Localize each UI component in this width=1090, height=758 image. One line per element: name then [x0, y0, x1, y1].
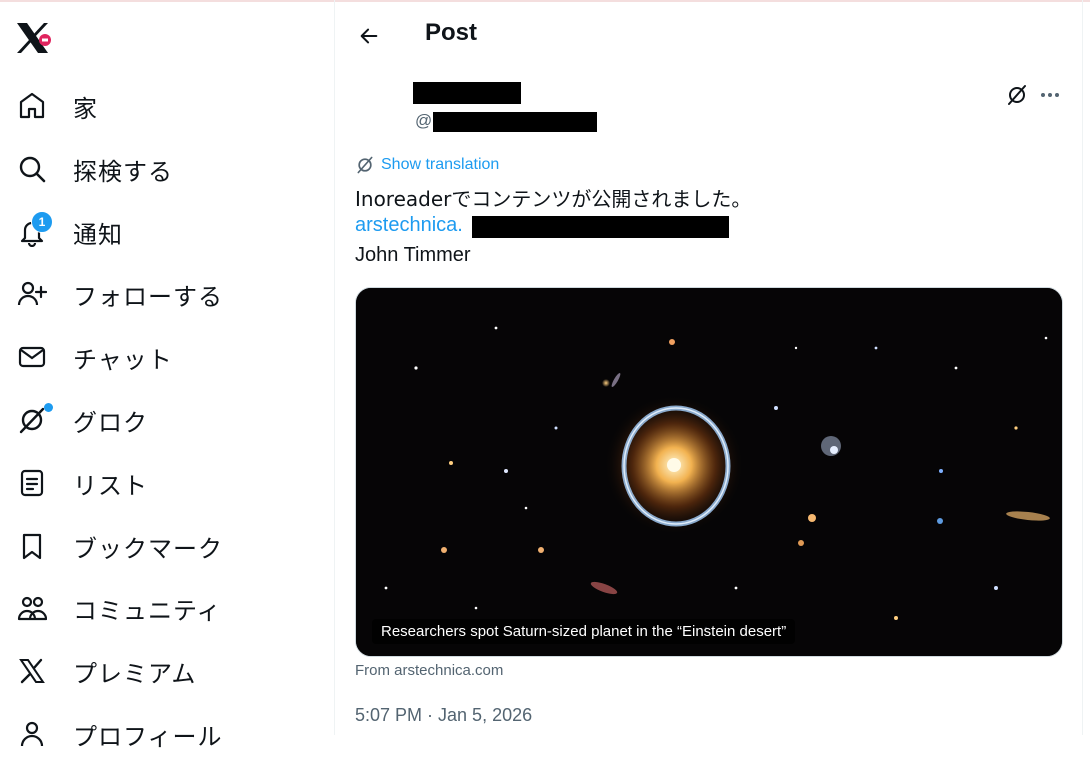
link-card[interactable]: Researchers spot Saturn-sized planet in …: [355, 287, 1063, 657]
bell-icon: 1: [12, 211, 53, 252]
sidebar-item-label: チャット: [73, 345, 173, 374]
notification-count-badge: 1: [31, 211, 53, 233]
card-source[interactable]: From arstechnica.com: [355, 662, 503, 679]
grok-translate-icon: [357, 156, 373, 174]
more-options-button[interactable]: [1035, 80, 1065, 110]
sidebar: 家探検する 1 通知フォローする チャットグロクリストブックマーク コミュニティ プレミア…: [0, 0, 334, 751]
sidebar-item-label: 探検する: [73, 157, 173, 186]
post-author-line: John Timmer: [355, 244, 471, 266]
x-icon: [12, 651, 52, 691]
sidebar-item-label: 家: [73, 94, 98, 123]
grok-icon: [12, 400, 53, 440]
sidebar-item-notifications[interactable]: 1 通知: [12, 208, 123, 256]
sidebar-item-communities[interactable]: コミュニティ: [12, 584, 222, 632]
sidebar-item-grok[interactable]: グロク: [12, 396, 148, 444]
show-translation-link[interactable]: Show translation: [355, 155, 499, 175]
main-column: Post @ Show translation Inoreaderでコンテンツが…: [335, 0, 1082, 735]
bookmark-icon: [12, 526, 52, 566]
card-image: [356, 288, 1062, 656]
grok-explain-button[interactable]: [1002, 80, 1032, 110]
person-icon: [12, 714, 52, 754]
sidebar-item-label: グロク: [73, 408, 148, 437]
sidebar-item-follow[interactable]: フォローする: [12, 270, 223, 318]
card-caption: Researchers spot Saturn-sized planet in …: [372, 619, 796, 644]
sidebar-item-label: ブックマーク: [73, 534, 223, 563]
sidebar-item-premium[interactable]: プレミアム: [12, 647, 196, 695]
sidebar-item-label: 通知: [73, 220, 123, 249]
redacted-display-name: [413, 82, 521, 104]
sidebar-item-bookmarks[interactable]: ブックマーク: [12, 522, 223, 570]
search-icon: [12, 149, 52, 189]
sidebar-item-explore[interactable]: 探検する: [12, 145, 173, 193]
redacted-link-path: [472, 216, 729, 238]
sidebar-item-label: コミュニティ: [73, 596, 222, 625]
post-timestamp[interactable]: 5:07 PM · Jan 5, 2026: [355, 705, 532, 726]
handle-prefix: @: [415, 111, 433, 130]
sidebar-item-home[interactable]: 家: [12, 82, 98, 130]
main-divider: [1082, 0, 1083, 735]
sidebar-item-profile[interactable]: プロフィール: [12, 710, 223, 758]
unread-dot: [44, 403, 53, 412]
grok-icon: [1008, 85, 1026, 105]
show-translation-label: Show translation: [381, 156, 500, 173]
post-link[interactable]: arstechnica.: [355, 214, 463, 237]
sidebar-item-label: プレミアム: [73, 659, 197, 688]
mail-icon: [12, 337, 52, 377]
sidebar-item-label: リスト: [73, 471, 148, 500]
back-button[interactable]: [349, 16, 389, 56]
post-text: Inoreaderでコンテンツが公開されました。: [355, 187, 752, 211]
sidebar-item-label: フォローする: [73, 282, 223, 311]
people-icon: [12, 588, 52, 628]
sidebar-item-lists[interactable]: リスト: [12, 459, 148, 507]
sidebar-item-label: プロフィール: [73, 722, 223, 751]
page-title: Post: [425, 19, 478, 46]
arrow-left-icon: [360, 28, 378, 44]
redacted-handle: [433, 112, 597, 132]
more-horizontal-icon: [1041, 93, 1059, 97]
home-icon: [12, 86, 52, 126]
sidebar-item-chat[interactable]: チャット: [12, 333, 173, 381]
list-icon: [12, 463, 52, 503]
x-logo-icon[interactable]: [14, 20, 54, 56]
person-add-icon: [12, 274, 52, 314]
